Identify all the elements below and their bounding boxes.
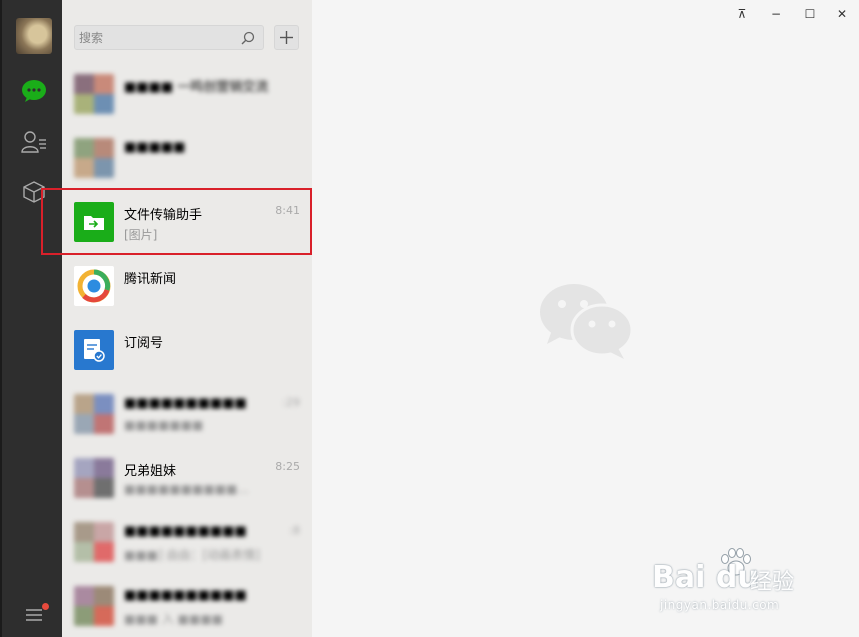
chat-list-item-tencent-news[interactable]: 腾讯新闻 [62,254,312,318]
group-avatar [74,458,114,498]
chat-list-item[interactable]: ■■■■■■■■■■ ■■■] 由由：[动画表情] :8 [62,510,312,574]
chat-name: ■■■■ 一鸣创营销交流 [124,80,269,95]
group-avatar [74,394,114,434]
chat-nav-button[interactable] [17,74,51,108]
chat-name: 订阅号 [124,336,164,351]
chat-time: 8:25 [275,460,300,473]
chat-preview: ■■■ 入 ■■■■ [124,612,223,626]
search-icon[interactable] [241,31,255,45]
chat-bubble-icon [22,80,46,102]
chat-list-item[interactable]: ■■■■ 一鸣创营销交流 [62,62,312,126]
chat-name: 腾讯新闻 [124,272,177,287]
menu-button[interactable] [17,598,51,632]
chat-name: ■■■■■■■■■■ [124,588,247,603]
search-box [74,25,264,50]
baidu-watermark: Bai du 经验 jingyan.baidu.com [648,548,818,618]
chat-preview: ■■■] 由由：[动画表情] [124,548,260,562]
chat-list-item[interactable]: ■■■■■■■■■■ ■■■■■■■ :29 [62,382,312,446]
maximize-button[interactable]: ☐ [800,5,820,23]
wechat-logo-icon [540,284,634,359]
chat-list-item[interactable]: ■■■■■■■■■■ ■■■ 入 ■■■■ [62,574,312,637]
pin-button[interactable]: ⊼ [732,5,752,23]
add-chat-button[interactable] [274,25,299,50]
chat-preview: ■■■■■■■■■■... [124,482,249,496]
group-avatar [74,522,114,562]
main-chat-area: ⊼ − ☐ ✕ [312,0,859,637]
group-avatar [74,74,114,114]
chat-name: ■■■■■■■■■■ [124,524,247,539]
chat-time: :8 [289,524,300,537]
notification-dot [42,603,49,610]
chat-preview: ■■■■■■■ [124,418,204,432]
contacts-nav-button[interactable] [17,125,51,159]
contacts-icon [21,131,46,153]
tencent-news-icon [74,266,114,306]
highlight-box [41,188,312,255]
watermark-url: jingyan.baidu.com [660,598,780,612]
chat-name: ■■■■■■■■■■ [124,396,247,411]
minimize-button[interactable]: − [766,5,786,23]
chat-list-panel: ■■■■ 一鸣创营销交流 ■■■■■ 文件传输助手 [图片] 8:41 腾讯新闻 [62,0,312,637]
close-button[interactable]: ✕ [832,5,852,23]
chat-name: ■■■■■ [124,140,186,155]
chat-name: 兄弟姐妹 [124,464,177,479]
left-nav-bar [0,0,62,637]
plus-icon [280,31,293,44]
chat-list-item-subscription[interactable]: 订阅号 [62,318,312,382]
menu-icon [26,609,42,621]
subscription-icon [74,330,114,370]
group-avatar [74,138,114,178]
chat-time: :29 [282,396,300,409]
user-avatar[interactable] [16,18,52,54]
watermark-text: Bai du [652,560,759,595]
chat-list-item[interactable]: ■■■■■ [62,126,312,190]
search-input[interactable] [75,26,235,49]
watermark-cn: 经验 [750,570,795,595]
group-avatar [74,586,114,626]
chat-list-item[interactable]: 兄弟姐妹 ■■■■■■■■■■... 8:25 [62,446,312,510]
